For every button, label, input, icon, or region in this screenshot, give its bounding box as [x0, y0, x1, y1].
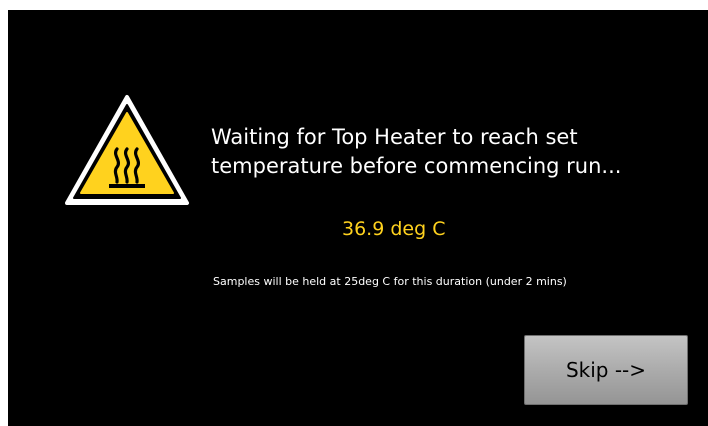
status-message-line1: Waiting for Top Heater to reach set — [211, 125, 578, 149]
skip-button[interactable]: Skip --> — [524, 335, 688, 405]
heater-wait-screen: Waiting for Top Heater to reach set temp… — [8, 10, 708, 426]
status-message-line2: temperature before commencing run... — [211, 154, 622, 178]
current-temperature: 36.9 deg C — [342, 218, 446, 240]
hold-note: Samples will be held at 25deg C for this… — [213, 275, 567, 288]
skip-button-label: Skip --> — [565, 358, 647, 382]
hot-surface-warning-icon — [65, 95, 189, 205]
status-message: Waiting for Top Heater to reach set temp… — [211, 123, 681, 181]
